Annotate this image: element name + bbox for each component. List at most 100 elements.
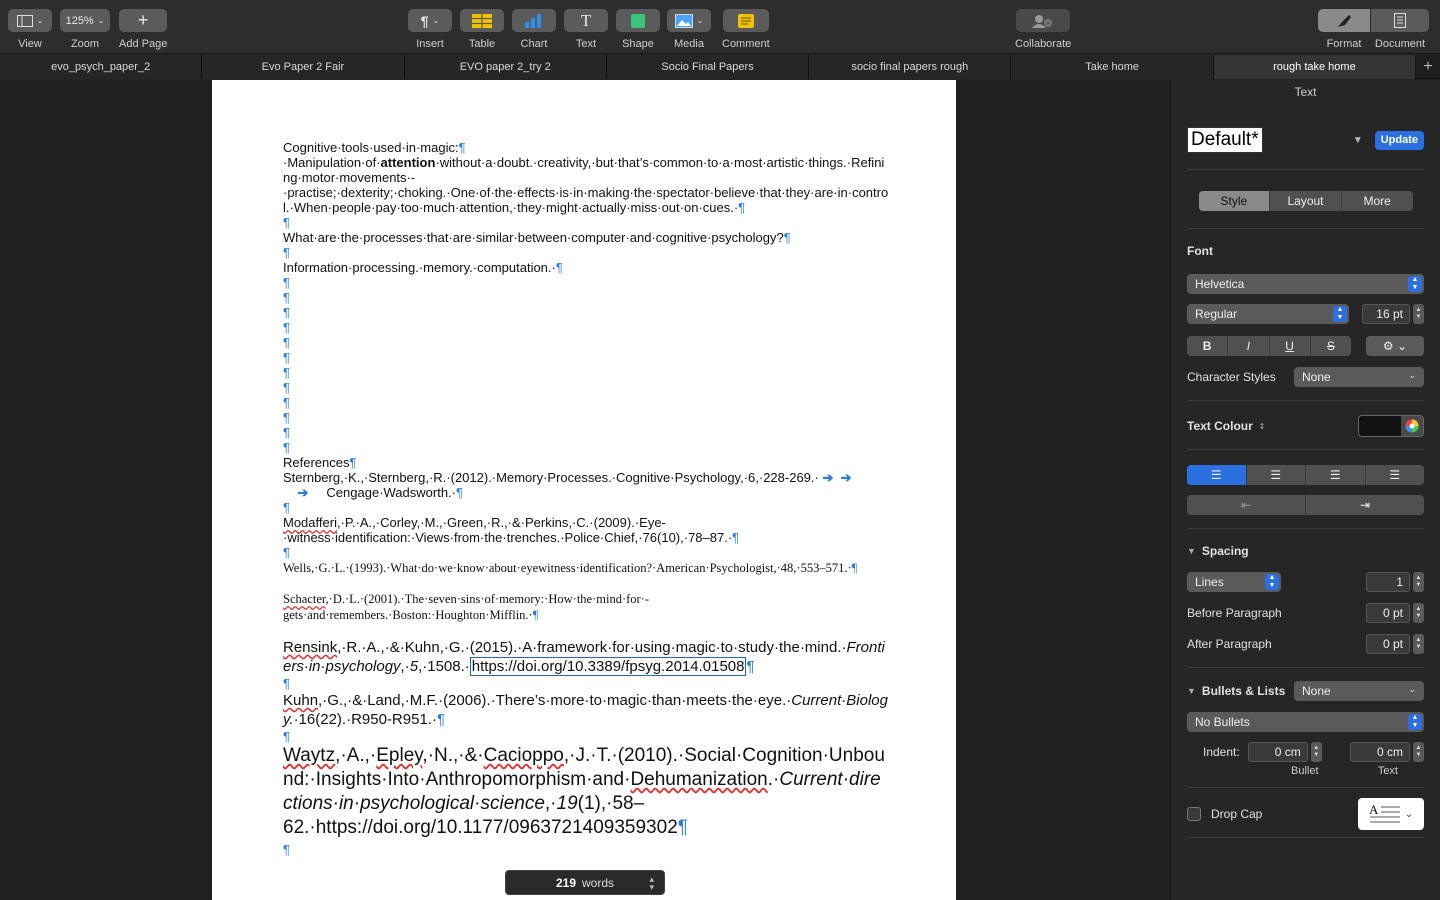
empty-paragraph[interactable]: ¶ xyxy=(283,335,889,350)
drop-cap-checkbox[interactable] xyxy=(1187,807,1201,821)
view-control[interactable]: ⌄ View xyxy=(8,9,52,50)
empty-paragraph[interactable]: ¶ xyxy=(283,275,889,290)
empty-paragraph[interactable]: ¶ xyxy=(283,440,889,455)
media-button[interactable]: ⌄ xyxy=(667,9,711,32)
word-count-control[interactable]: 219 words ▴ ▾ xyxy=(505,870,665,895)
tab-evo-paper-2-fair[interactable]: Evo Paper 2 Fair xyxy=(202,55,405,79)
spacing-header[interactable]: ▼ Spacing xyxy=(1187,544,1424,558)
text-indent-field[interactable]: 0 cm xyxy=(1350,742,1410,762)
up-down-chevron-icon[interactable]: ⇕ xyxy=(1259,422,1266,431)
empty-paragraph[interactable]: ¶ xyxy=(283,350,889,365)
media-control[interactable]: ⌄ Media xyxy=(667,9,711,50)
colour-wheel-button[interactable] xyxy=(1401,416,1423,436)
tab-socio-final-papers[interactable]: Socio Final Papers xyxy=(606,55,810,79)
empty-paragraph[interactable]: ¶ xyxy=(283,676,889,691)
empty-paragraph[interactable]: ¶ xyxy=(283,290,889,305)
doi-link[interactable]: https://doi.org/10.3389/fpsyg.2014.01508 xyxy=(469,657,747,676)
line-spacing-stepper[interactable]: ▲ ▼ xyxy=(1413,572,1424,592)
drop-cap-style-select[interactable]: A ⌄ xyxy=(1358,798,1424,830)
tab-evo-paper-2-try-2[interactable]: EVO paper 2_try 2 xyxy=(404,55,607,79)
bullet-type-select[interactable]: No Bullets ▲ ▼ xyxy=(1187,712,1424,732)
before-paragraph-stepper[interactable]: ▲ ▼ xyxy=(1413,603,1424,623)
empty-paragraph[interactable]: ¶ xyxy=(283,410,889,425)
reference-schacter[interactable]: Schacter,·D.·L.·(2001).·The·seven·sins·o… xyxy=(283,591,889,623)
reference-rensink[interactable]: Rensink,·R.·A.,·&·Kuhn,·G.·(2015).·A·fra… xyxy=(283,638,889,676)
empty-paragraph[interactable]: ¶ xyxy=(283,500,889,515)
chart-button[interactable] xyxy=(512,9,556,32)
add-page-control[interactable]: + Add Page xyxy=(119,9,167,50)
document-page[interactable]: Cognitive·tools·used·in·magic:¶ ·Manipul… xyxy=(212,80,956,900)
empty-paragraph[interactable]: ¶ xyxy=(283,380,889,395)
empty-paragraph[interactable]: ¶ xyxy=(283,842,889,857)
tab-more[interactable]: More xyxy=(1342,191,1413,211)
reference-sternberg[interactable]: Sternberg,·K.,·Sternberg,·R.·(2012).·Mem… xyxy=(283,470,889,500)
font-weight-select[interactable]: Regular ▲ ▼ xyxy=(1187,304,1349,324)
update-style-button[interactable]: Update xyxy=(1374,130,1424,150)
paragraph[interactable]: ·Manipulation·of·attention·without·a·dou… xyxy=(283,155,889,215)
disclosure-triangle-icon[interactable]: ▼ xyxy=(1187,686,1196,696)
empty-paragraph[interactable]: ¶ xyxy=(283,245,889,260)
disclosure-triangle-icon[interactable]: ▼ xyxy=(1187,546,1196,556)
reference-modafferi[interactable]: Modafferi,·P.·A.,·Corley,·M.,·Green,·R.,… xyxy=(283,515,889,545)
font-size-stepper[interactable]: ▲ ▼ xyxy=(1413,304,1424,324)
empty-paragraph[interactable]: ¶ xyxy=(283,215,889,230)
empty-paragraph[interactable]: ¶ xyxy=(283,395,889,410)
before-paragraph-field[interactable]: 0 pt xyxy=(1366,603,1410,623)
format-control[interactable]: Format xyxy=(1318,9,1370,50)
bullet-indent-field[interactable]: 0 cm xyxy=(1247,742,1308,762)
comment-control[interactable]: Comment xyxy=(722,9,770,50)
view-button[interactable]: ⌄ xyxy=(8,9,52,32)
text-control[interactable]: T Text xyxy=(564,9,608,50)
shape-control[interactable]: Shape xyxy=(616,9,660,50)
chart-control[interactable]: Chart xyxy=(512,9,556,50)
table-control[interactable]: Table xyxy=(460,9,504,50)
text-colour-label[interactable]: Text Colour xyxy=(1187,419,1253,433)
references-heading[interactable]: References¶ xyxy=(283,455,889,470)
new-tab-button[interactable]: + xyxy=(1416,55,1440,79)
shape-button[interactable] xyxy=(616,9,660,32)
tab-socio-final-papers-rough[interactable]: socio final papers rough xyxy=(809,55,1012,79)
strikethrough-button[interactable]: S xyxy=(1311,336,1351,356)
tab-style[interactable]: Style xyxy=(1198,191,1271,211)
reference-waytz[interactable]: Waytz,·A.,·Epley,·N.,·&·Cacioppo,·J.·T.·… xyxy=(283,744,889,840)
insert-button[interactable]: ¶ ⌄ xyxy=(408,9,452,32)
align-center-button[interactable]: ☰ xyxy=(1247,465,1306,485)
insert-control[interactable]: ¶ ⌄ Insert xyxy=(408,9,452,50)
paragraph-style-name[interactable]: Default* xyxy=(1187,127,1263,153)
line-spacing-mode-select[interactable]: Lines ▲ ▼ xyxy=(1187,572,1281,592)
table-button[interactable] xyxy=(460,9,504,32)
line-spacing-field[interactable]: 1 xyxy=(1366,572,1410,592)
text-indent-stepper[interactable]: ▲ ▼ xyxy=(1413,742,1424,762)
after-paragraph-stepper[interactable]: ▲ ▼ xyxy=(1413,634,1424,654)
advanced-options-button[interactable]: ⚙ ⌄ xyxy=(1366,336,1424,356)
document-button[interactable] xyxy=(1371,9,1429,32)
character-styles-select[interactable]: None ⌄ xyxy=(1294,367,1424,387)
tab-layout[interactable]: Layout xyxy=(1270,191,1342,211)
bold-button[interactable]: B xyxy=(1187,336,1229,356)
reference-kuhn[interactable]: Kuhn,·G.,·&·Land,·M.F.·(2006).·There’s·m… xyxy=(283,691,889,729)
text-button[interactable]: T xyxy=(564,9,608,32)
empty-paragraph[interactable]: ¶ xyxy=(283,729,889,744)
format-button[interactable] xyxy=(1318,9,1370,32)
paragraph[interactable]: Cognitive·tools·used·in·magic:¶ xyxy=(283,140,889,155)
align-justify-button[interactable]: ☰ xyxy=(1366,465,1425,485)
list-style-select[interactable]: None ⌄ xyxy=(1294,681,1424,701)
empty-paragraph[interactable]: ¶ xyxy=(283,365,889,380)
tab-evo-psych-paper-2[interactable]: evo_psych_paper_2 xyxy=(0,55,203,79)
zoom-button[interactable]: 125% ⌄ xyxy=(60,9,110,32)
underline-button[interactable]: U xyxy=(1270,336,1311,356)
font-family-select[interactable]: Helvetica ▲ ▼ xyxy=(1187,274,1424,294)
empty-paragraph[interactable]: ¶ xyxy=(283,320,889,335)
collaborate-button[interactable]: + xyxy=(1016,9,1071,32)
font-size-field[interactable]: 16 pt xyxy=(1362,304,1410,324)
tab-take-home[interactable]: Take home xyxy=(1011,55,1214,79)
empty-paragraph[interactable]: ¶ xyxy=(283,425,889,440)
decrease-indent-button[interactable]: ⇤ xyxy=(1187,495,1306,515)
empty-paragraph[interactable]: ¶ xyxy=(283,305,889,320)
paragraph[interactable]: What·are·the·processes·that·are·similar·… xyxy=(283,230,889,245)
collaborate-control[interactable]: + Collaborate xyxy=(1015,9,1071,50)
align-right-button[interactable]: ☰ xyxy=(1306,465,1366,485)
italic-button[interactable]: I xyxy=(1228,336,1270,356)
zoom-control[interactable]: 125% ⌄ Zoom xyxy=(60,9,110,50)
document-control[interactable]: Document xyxy=(1371,9,1429,50)
